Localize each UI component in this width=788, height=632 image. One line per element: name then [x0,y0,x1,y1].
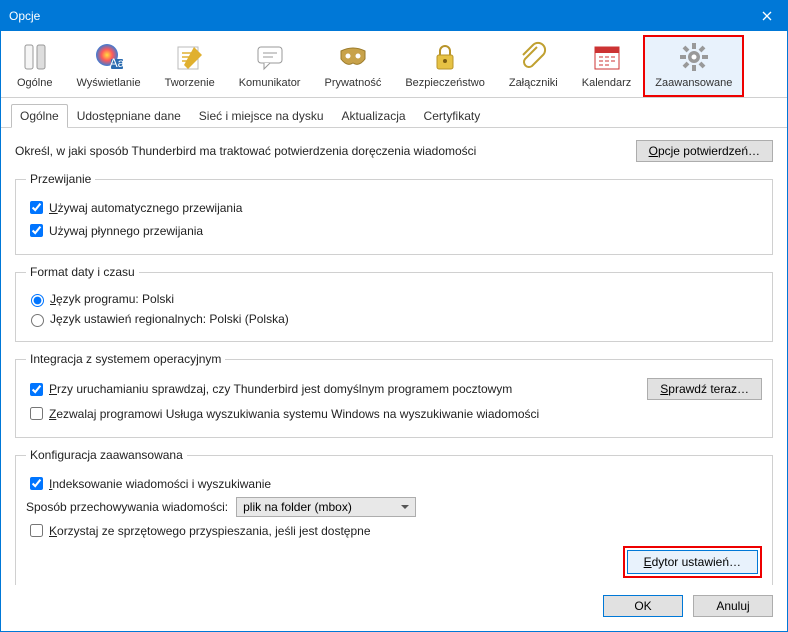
default-client-checkbox[interactable] [30,383,43,396]
autoscroll-checkbox[interactable] [30,201,43,214]
indexing-checkbox[interactable] [30,477,43,490]
tab-certificates[interactable]: Certyfikaty [415,104,490,127]
date-regional-radio[interactable] [31,314,44,327]
clip-icon [517,41,549,73]
advanced-legend: Konfiguracja zaawansowana [26,448,187,462]
tab-network[interactable]: Sieć i miejsce na dysku [190,104,333,127]
toolbar-attachments[interactable]: Załączniki [497,35,570,97]
close-icon[interactable] [755,4,779,28]
tab-content: Określ, w jaki sposób Thunderbird ma tra… [1,128,787,585]
toolbar-calendar[interactable]: Kalendarz [570,35,644,97]
toolbar-advanced[interactable]: Zaawansowane [643,35,744,97]
calendar-icon [591,41,623,73]
allow-search-label: Zezwalaj programowi Usługa wyszukiwania … [49,407,539,421]
default-client-label: Przy uruchamianiu sprawdzaj, czy Thunder… [49,382,512,396]
storage-label: Sposób przechowywania wiadomości: [26,500,228,514]
date-program-label: Język programu: Polski [50,292,174,306]
general-icon [19,41,51,73]
tab-shared-data[interactable]: Udostępniane dane [68,104,190,127]
dialog-footer: OK Anuluj [1,585,787,631]
receipts-options-button[interactable]: OOpcje potwierdzeń…pcje potwierdzeń… [636,140,773,162]
options-window: Opcje Ogólne Aa Wyświetlanie Tworzenie K… [0,0,788,632]
date-program-radio[interactable] [31,294,44,307]
date-regional-label: Język ustawień regionalnych: Polski (Pol… [50,312,289,326]
allow-search-checkbox[interactable] [30,407,43,420]
integration-legend: Integracja z systemem operacyjnym [26,352,225,366]
indexing-label: Indeksowanie wiadomości i wyszukiwanie [49,477,271,491]
editor-highlight: Edytor ustawień… [623,546,762,578]
autoscroll-label: Używaj automatycznego przewijania [49,201,242,215]
toolbar-chat[interactable]: Komunikator [227,35,313,97]
hw-accel-checkbox[interactable] [30,524,43,537]
smoothscroll-checkbox[interactable] [30,224,43,237]
tab-general[interactable]: Ogólne [11,104,68,128]
date-group: Format daty i czasu Język programu: Pols… [15,265,773,342]
check-now-button[interactable]: Sprawdź teraz… [647,378,762,400]
advanced-config-group: Konfiguracja zaawansowana Indeksowanie w… [15,448,773,585]
toolbar-composition[interactable]: Tworzenie [153,35,227,97]
toolbar-display[interactable]: Aa Wyświetlanie [64,35,152,97]
category-toolbar: Ogólne Aa Wyświetlanie Tworzenie Komunik… [1,31,787,98]
toolbar-security[interactable]: Bezpieczeństwo [393,35,497,97]
toolbar-privacy[interactable]: Prywatność [312,35,393,97]
svg-text:Aa: Aa [109,56,124,70]
gear-icon [678,41,710,73]
tab-update[interactable]: Aktualizacja [333,104,415,127]
ok-button[interactable]: OK [603,595,683,617]
mask-icon [337,41,369,73]
cancel-button[interactable]: Anuluj [693,595,773,617]
display-icon: Aa [93,41,125,73]
sub-tabs: Ogólne Udostępniane dane Sieć i miejsce … [1,98,787,128]
storage-select[interactable]: plik na folder (mbox) [236,497,416,517]
window-title: Opcje [9,9,755,23]
config-editor-button[interactable]: Edytor ustawień… [627,550,758,574]
scrolling-group: Przewijanie Używaj automatycznego przewi… [15,172,773,255]
smoothscroll-label: Używaj płynnego przewijania [49,224,203,238]
chat-icon [254,41,286,73]
date-legend: Format daty i czasu [26,265,139,279]
scrolling-legend: Przewijanie [26,172,95,186]
receipts-desc: Określ, w jaki sposób Thunderbird ma tra… [15,144,636,158]
toolbar-general[interactable]: Ogólne [5,35,64,97]
integration-group: Integracja z systemem operacyjnym Przy u… [15,352,773,438]
hw-accel-label: Korzystaj ze sprzętowego przyspieszania,… [49,524,371,538]
lock-icon [429,41,461,73]
compose-icon [174,41,206,73]
titlebar: Opcje [1,1,787,31]
